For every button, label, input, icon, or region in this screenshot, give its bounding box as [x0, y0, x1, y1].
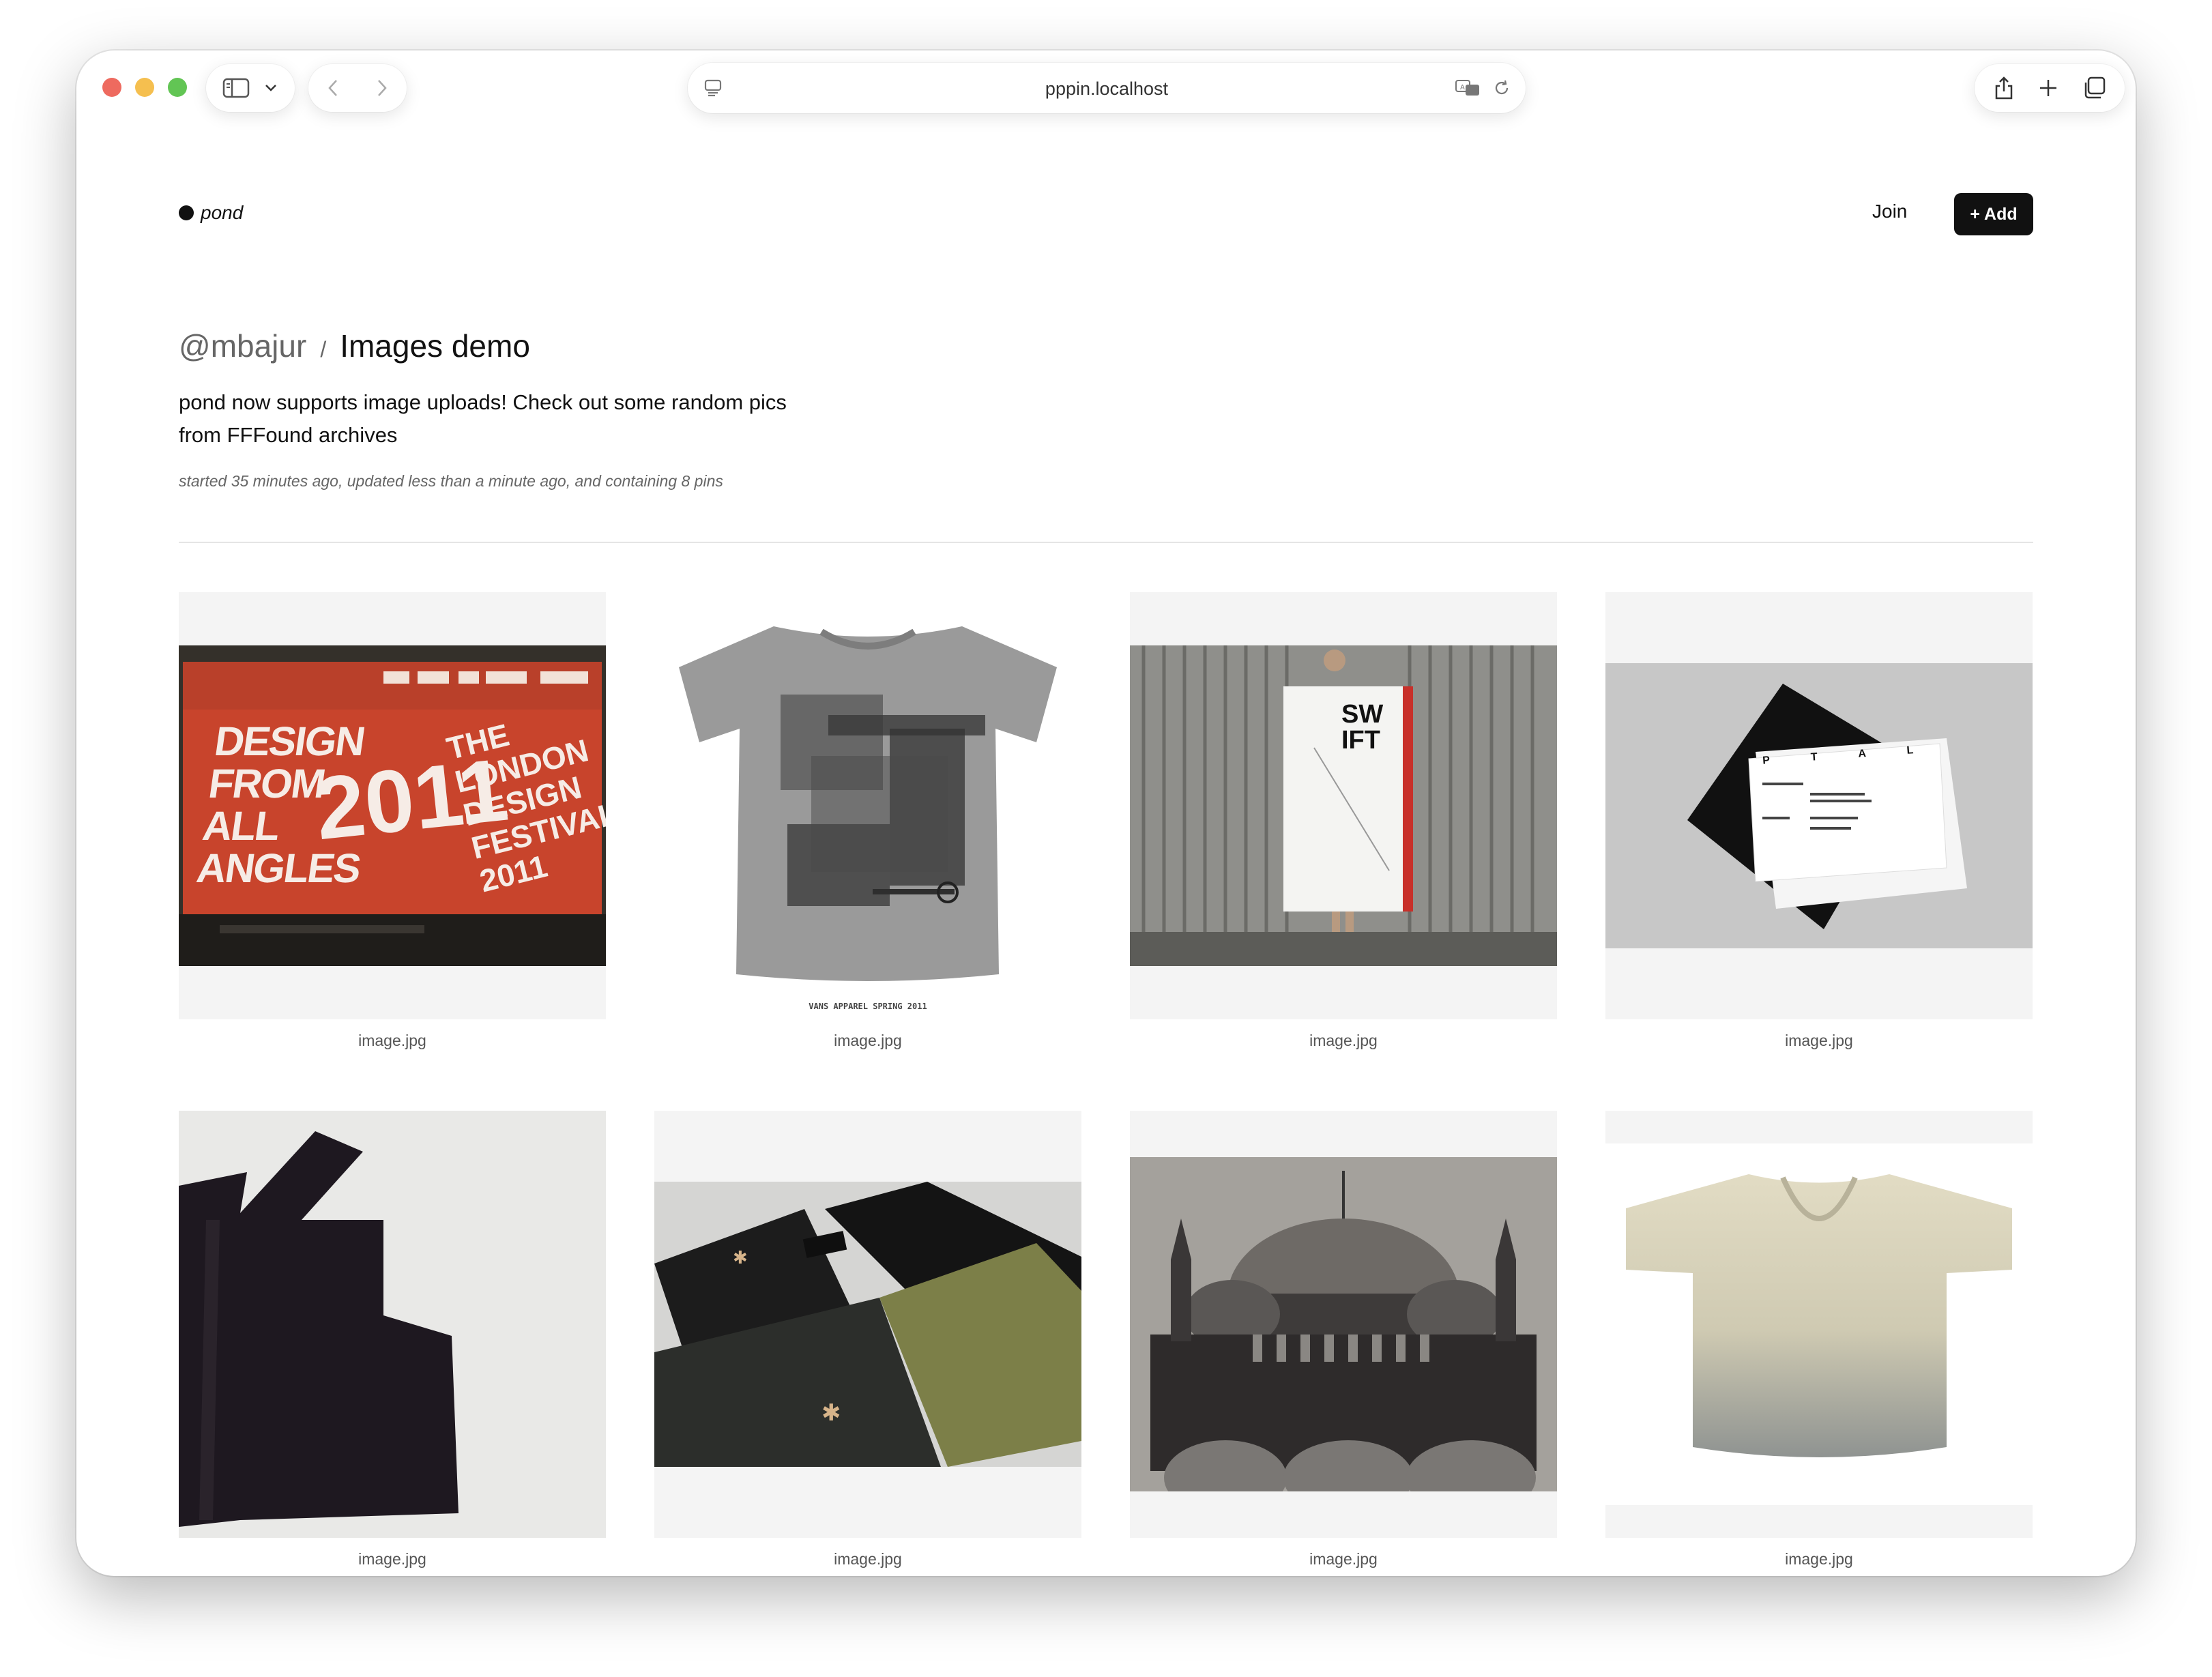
pin-image [179, 1111, 606, 1538]
pin-image [1130, 1157, 1557, 1491]
pin-card[interactable]: ✱ ✱ image.jpg [654, 1111, 1081, 1569]
new-tab-plus-icon[interactable] [2038, 78, 2058, 98]
breadcrumb-separator: / [320, 337, 327, 362]
pin-caption: image.jpg [1785, 1550, 1853, 1568]
pin-caption: image.jpg [834, 1032, 902, 1049]
pin-card[interactable]: image.jpg [1130, 1111, 1557, 1569]
divider [179, 542, 2033, 543]
logo-dot-icon [179, 205, 194, 220]
close-window-button[interactable] [102, 78, 121, 97]
collection-description: pond now supports image uploads! Check o… [179, 390, 787, 447]
browser-toolbar: pppin.localhost A [76, 50, 2136, 126]
url-text[interactable]: pppin.localhost [688, 78, 1526, 100]
browser-window: pppin.localhost A pond Join + Add @mbaju… [76, 50, 2136, 1576]
zoom-window-button[interactable] [168, 78, 187, 97]
back-arrow-icon[interactable] [325, 78, 340, 98]
pin-image [1605, 1143, 2033, 1505]
pin-image [679, 626, 1057, 981]
pin-image-frame[interactable] [179, 1111, 606, 1538]
page-content: pond Join + Add @mbajur / Images demo po… [76, 126, 2136, 1576]
minimize-window-button[interactable] [135, 78, 154, 97]
window-controls [102, 78, 187, 97]
poster-text-swift: SW IFT [1341, 700, 1384, 755]
pin-image-frame[interactable]: DESIGN FROM ALL ANGLES 2011 THE LONDON D… [179, 592, 606, 1019]
sidebar-icon[interactable] [222, 77, 250, 99]
history-nav-group [308, 64, 407, 112]
join-link[interactable]: Join [1872, 201, 1907, 222]
chevron-down-icon[interactable] [263, 83, 278, 93]
pin-image-frame[interactable]: VANS APPAREL SPRING 2011 [654, 592, 1081, 1019]
forward-arrow-icon[interactable] [375, 78, 390, 98]
translate-icon[interactable]: A [1455, 78, 1482, 98]
reload-icon[interactable] [1491, 78, 1512, 98]
pin-card[interactable]: image.jpg [179, 1111, 606, 1569]
pin-card[interactable]: SW IFT image.jpg [1130, 592, 1557, 1050]
pin-image-frame[interactable]: SW IFT [1130, 592, 1557, 1019]
pin-image-frame[interactable] [1130, 1111, 1557, 1538]
pin-caption: image.jpg [1309, 1032, 1378, 1049]
pin-caption: image.jpg [1309, 1550, 1378, 1568]
pin-card[interactable]: image.jpg [1605, 1111, 2033, 1569]
pin-caption: image.jpg [358, 1032, 426, 1049]
svg-text:A: A [1460, 84, 1465, 91]
sidebar-toggle-group [206, 64, 295, 112]
svg-text:✱: ✱ [733, 1248, 748, 1268]
page-title: Images demo [340, 328, 530, 364]
logo-text: pond [201, 202, 244, 223]
breadcrumb: @mbajur / Images demo [179, 327, 530, 364]
user-link[interactable]: @mbajur [179, 327, 306, 364]
pin-image [1605, 663, 2033, 948]
tab-overview-icon[interactable] [2082, 76, 2106, 100]
pin-image-frame[interactable]: P T A L [1605, 592, 2033, 1019]
svg-text:✱: ✱ [821, 1399, 841, 1427]
pin-card[interactable]: VANS APPAREL SPRING 2011 image.jpg [654, 592, 1081, 1050]
shirt-caption-text: VANS APPAREL SPRING 2011 [809, 1002, 927, 1011]
browser-actions-group [1975, 64, 2125, 112]
address-bar[interactable]: pppin.localhost A [688, 63, 1526, 113]
pin-image: DESIGN FROM ALL ANGLES 2011 THE LONDON D… [179, 645, 606, 966]
pin-image: ✱ ✱ [654, 1182, 1081, 1467]
pin-card[interactable]: P T A L image.jpg [1605, 592, 2033, 1050]
pin-card[interactable]: DESIGN FROM ALL ANGLES 2011 THE LONDON D… [179, 592, 606, 1050]
pin-image-frame[interactable]: ✱ ✱ [654, 1111, 1081, 1538]
pin-image [1130, 645, 1557, 966]
pin-caption: image.jpg [358, 1550, 426, 1568]
collection-meta: started 35 minutes ago, updated less tha… [179, 472, 723, 490]
site-logo[interactable]: pond [179, 202, 243, 224]
share-icon[interactable] [1993, 75, 2015, 101]
pin-caption: image.jpg [1785, 1032, 1853, 1049]
pin-caption: image.jpg [834, 1550, 902, 1568]
pin-image-frame[interactable] [1605, 1111, 2033, 1538]
add-button[interactable]: + Add [1954, 193, 2033, 235]
